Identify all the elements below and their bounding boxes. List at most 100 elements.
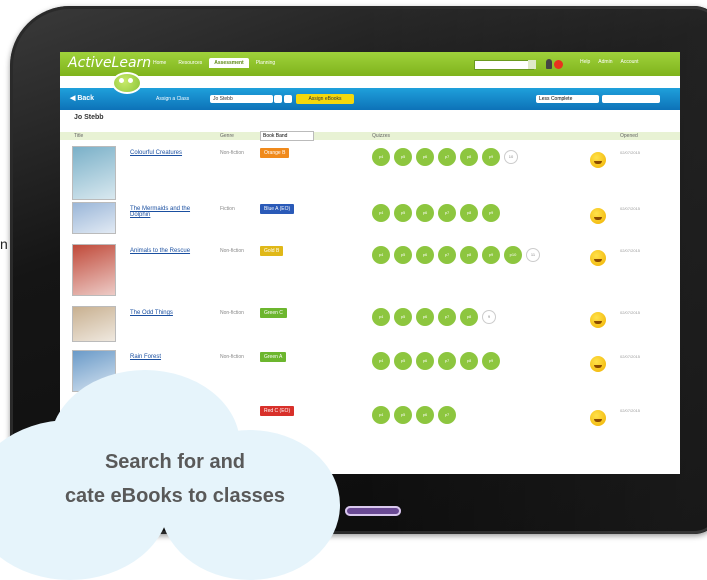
assign-ebooks-button[interactable]: Assign eBooks <box>296 94 354 104</box>
quiz-badge[interactable]: p8 <box>460 204 478 222</box>
quiz-badge[interactable]: p10 <box>504 246 522 264</box>
user-icon[interactable] <box>546 59 552 69</box>
ebook-toolbar: ◀ Back Assign a Class Jo Stebb Assign eB… <box>60 88 680 110</box>
book-cover[interactable] <box>72 146 116 200</box>
table-header: Title Genre Quizzes Opened <box>60 132 680 140</box>
next-class-button[interactable] <box>284 95 292 103</box>
quiz-badge[interactable]: p4 <box>372 204 390 222</box>
smiley-icon <box>590 208 606 224</box>
tab-assessment[interactable]: Assessment <box>209 58 249 68</box>
quiz-list: p4 p5 p6 p7 p8 p9 <box>372 204 500 222</box>
smiley-icon <box>590 356 606 372</box>
book-band-badge: Orange B <box>260 148 290 158</box>
col-title[interactable]: Title <box>74 133 83 139</box>
filter-select[interactable]: Less Complete <box>536 95 599 103</box>
smiley-icon <box>590 152 606 168</box>
book-title-link[interactable]: Colourful Creatures <box>130 150 210 156</box>
quiz-badge[interactable]: p4 <box>372 148 390 166</box>
book-cover[interactable] <box>72 306 116 342</box>
quiz-list: p4 p5 p6 p7 p8 p9 p10 11 <box>372 246 540 264</box>
quiz-badge[interactable]: p8 <box>460 246 478 264</box>
quiz-list: p4 p5 p6 p7 p8 p9 <box>372 352 500 370</box>
col-quizzes: Quizzes <box>372 133 391 139</box>
quiz-badge[interactable]: p9 <box>482 148 500 166</box>
quiz-badge[interactable]: p6 <box>416 352 434 370</box>
quiz-badge[interactable]: p5 <box>394 308 412 326</box>
quiz-badge[interactable]: p9 <box>482 246 500 264</box>
book-band-badge: Gold B <box>260 246 284 256</box>
tab-resources[interactable]: Resources <box>173 58 207 68</box>
callout-line-2: cate eBooks to classes <box>64 485 286 507</box>
quiz-list: p4 p5 p6 p7 <box>372 406 456 424</box>
tab-home[interactable]: Home <box>148 58 171 68</box>
quiz-badge[interactable]: p6 <box>416 246 434 264</box>
opened-date: 02/07/2015 <box>620 310 641 315</box>
col-opened[interactable]: Opened <box>620 133 638 139</box>
quiz-list: p4 p5 p6 p7 p8 9 <box>372 308 496 326</box>
smiley-icon <box>590 312 606 328</box>
book-cover[interactable] <box>72 202 116 234</box>
book-title-link[interactable]: The Odd Things <box>130 310 210 316</box>
assign-class-label: Assign a Class <box>156 96 190 102</box>
quiz-list: p4 p5 p6 p7 p8 p9 10 <box>372 148 518 166</box>
account-link[interactable]: Account <box>620 59 638 65</box>
book-row: Colourful Creatures Non-fiction Orange B p4… <box>60 144 680 204</box>
admin-link[interactable]: Admin <box>598 59 612 65</box>
ebook-search-input[interactable] <box>602 95 660 103</box>
class-select[interactable]: Jo Stebb <box>210 95 273 103</box>
quiz-badge[interactable]: p4 <box>372 246 390 264</box>
book-band-badge: Green C <box>260 308 287 318</box>
quiz-badge[interactable]: p7 <box>438 406 456 424</box>
sort-select[interactable]: Book Band <box>260 131 314 141</box>
user-icons <box>546 59 563 69</box>
top-search-button[interactable] <box>528 60 536 69</box>
alert-icon[interactable] <box>554 59 563 69</box>
prev-class-button[interactable] <box>274 95 282 103</box>
quiz-incomplete-badge[interactable]: 11 <box>526 248 540 262</box>
opened-date: 02/07/2015 <box>620 150 641 155</box>
book-title-link[interactable]: Animals to the Rescue <box>130 248 210 254</box>
callout-text: Search for and cate eBooks to classes <box>0 445 350 513</box>
quiz-badge[interactable]: p5 <box>394 246 412 264</box>
quiz-badge[interactable]: p8 <box>460 352 478 370</box>
quiz-badge[interactable]: p5 <box>394 148 412 166</box>
back-button[interactable]: ◀ Back <box>70 94 94 102</box>
quiz-incomplete-badge[interactable]: 9 <box>482 310 496 324</box>
quiz-badge[interactable]: p5 <box>394 204 412 222</box>
quiz-badge[interactable]: p7 <box>438 148 456 166</box>
quiz-badge[interactable]: p5 <box>394 352 412 370</box>
quiz-badge[interactable]: p7 <box>438 308 456 326</box>
quiz-badge[interactable]: p7 <box>438 246 456 264</box>
mascot-eye <box>119 78 124 83</box>
quiz-badge[interactable]: p6 <box>416 406 434 424</box>
brand-logo: ActiveLearn <box>68 55 152 71</box>
col-genre[interactable]: Genre <box>220 133 234 139</box>
quiz-badge[interactable]: p9 <box>482 352 500 370</box>
smiley-icon <box>590 250 606 266</box>
quiz-badge[interactable]: p9 <box>482 204 500 222</box>
main-nav: Home Resources Assessment Planning <box>148 58 280 68</box>
quiz-badge[interactable]: p7 <box>438 352 456 370</box>
help-link[interactable]: Help <box>580 59 590 65</box>
bug-mascot-icon <box>112 72 142 94</box>
quiz-badge[interactable]: p6 <box>416 204 434 222</box>
opened-date: 02/07/2015 <box>620 408 641 413</box>
book-band-badge: Blue A (EO) <box>260 204 295 214</box>
callout-line-1: Search for and <box>104 451 246 473</box>
quiz-badge[interactable]: p8 <box>460 308 478 326</box>
quiz-badge[interactable]: p8 <box>460 148 478 166</box>
book-genre: Non-fiction <box>220 310 244 316</box>
top-links: Help Admin Account <box>580 59 639 65</box>
quiz-badge[interactable]: p6 <box>416 148 434 166</box>
quiz-incomplete-badge[interactable]: 10 <box>504 150 518 164</box>
book-genre: Non-fiction <box>220 248 244 254</box>
top-search-input[interactable] <box>474 60 534 70</box>
quiz-badge[interactable]: p4 <box>372 308 390 326</box>
tab-planning[interactable]: Planning <box>251 58 280 68</box>
quiz-badge[interactable]: p6 <box>416 308 434 326</box>
side-text: n <box>0 236 8 252</box>
book-cover[interactable] <box>72 244 116 296</box>
quiz-badge[interactable]: p7 <box>438 204 456 222</box>
book-title-link[interactable]: The Mermaids and the Dolphin <box>130 206 210 218</box>
quiz-badge[interactable]: p5 <box>394 406 412 424</box>
